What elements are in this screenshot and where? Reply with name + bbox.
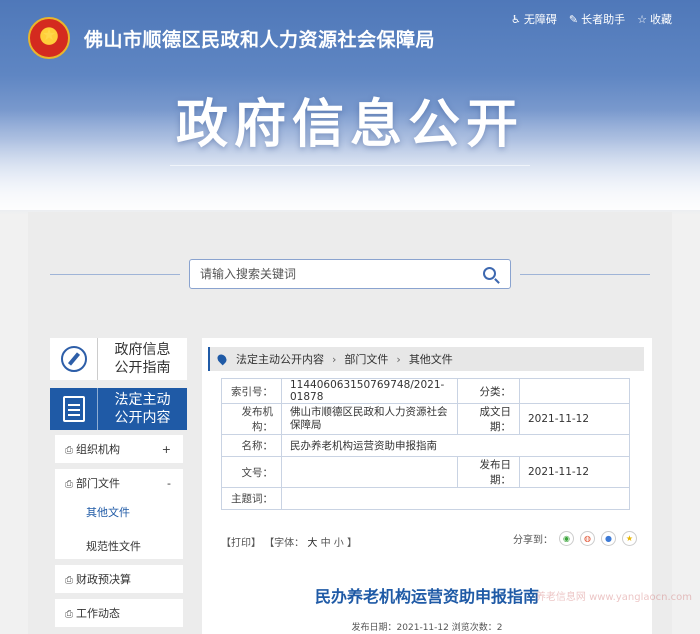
sidebar-item-dept-docs[interactable]: 部门文件 - <box>55 469 183 497</box>
meta-value <box>281 487 630 510</box>
document-meta-table: 索引号： 11440606315076974​8/2021-01878 分类： … <box>221 378 630 510</box>
toolbar: 【打印】 【字体： 大 中 小 】 <box>221 534 357 549</box>
document-meta-line: 发布日期：2021-11-12 浏览次数：2 <box>351 623 503 633</box>
chevron-right-icon: › <box>396 352 401 366</box>
sidebar-item-org[interactable]: 组织机构 + <box>55 435 183 463</box>
search-divider-right <box>520 274 650 275</box>
watermark: 养老信息网 www.yanglaocn.com <box>535 592 692 603</box>
title-underline <box>170 165 530 166</box>
meta-value <box>281 456 458 488</box>
national-emblem-icon <box>28 17 70 59</box>
elder-assist-icon: ✎ <box>568 13 579 26</box>
sidebar-mandatory-label: 法定主动公开内容 <box>114 392 171 426</box>
search-input[interactable] <box>190 260 460 288</box>
sidebar-guide-link[interactable]: 政府信息公开指南 <box>50 338 187 380</box>
meta-key: 主题词： <box>221 487 282 510</box>
compass-icon-wrap <box>50 338 98 380</box>
search-box <box>189 259 511 289</box>
favorite-link[interactable]: ☆ 收藏 <box>637 11 672 27</box>
meta-key: 分类： <box>457 378 520 404</box>
search-divider-left <box>50 274 180 275</box>
collapse-icon: - <box>167 476 171 490</box>
star-icon: ☆ <box>637 13 647 26</box>
sidebar-mandatory-link[interactable]: 法定主动公开内容 <box>50 388 187 430</box>
compass-icon <box>60 346 87 372</box>
qq-icon[interactable]: ● <box>601 531 616 546</box>
page-title: 政府信息公开 <box>175 95 524 155</box>
font-small-button[interactable]: 小 <box>334 538 344 549</box>
breadcrumb-item[interactable]: 部门文件 <box>344 351 388 367</box>
font-label: 【字体： <box>264 538 305 549</box>
meta-key: 文号： <box>221 456 282 488</box>
meta-key: 名称： <box>221 434 282 457</box>
chevron-right-icon: › <box>332 352 337 366</box>
meta-value: 佛山市顺德区民政和人力资源社会保障局 <box>281 403 458 435</box>
share-bar: 分享到： ◉ ◍ ● ★ <box>513 531 637 546</box>
accessibility-link[interactable]: ♿ 无障碍 <box>511 11 557 27</box>
meta-value: 民办养老机构运营资助申报指南 <box>281 434 630 457</box>
breadcrumb: 法定主动公开内容 › 部门文件 › 其他文件 <box>208 347 644 371</box>
top-links: ♿ 无障碍 ✎ 长者助手 ☆ 收藏 <box>511 11 672 27</box>
meta-key: 发布日期： <box>457 456 520 488</box>
meta-key: 发布机构： <box>221 403 282 435</box>
expand-icon: + <box>161 442 171 456</box>
elder-assist-link[interactable]: ✎ 长者助手 <box>569 11 625 27</box>
weibo-icon[interactable]: ◍ <box>580 531 595 546</box>
qzone-star-icon[interactable]: ★ <box>622 531 637 546</box>
sidebar-item-news[interactable]: 工作动态 <box>55 599 183 627</box>
meta-value: 2021-11-12 <box>519 403 630 435</box>
font-large-button[interactable]: 大 <box>307 538 317 549</box>
document-icon <box>62 396 85 422</box>
sidebar-item-budget[interactable]: 财政预决算 <box>55 565 183 593</box>
breadcrumb-item[interactable]: 其他文件 <box>409 351 453 367</box>
accessibility-icon: ♿ <box>511 13 521 26</box>
meta-key: 成文日期： <box>457 403 520 435</box>
sidebar-sub-normative-docs[interactable]: 规范性文件 <box>86 538 141 554</box>
document-icon-wrap <box>50 388 98 430</box>
meta-value <box>519 378 630 404</box>
location-pin-icon <box>215 352 229 366</box>
sidebar-sub-other-docs[interactable]: 其他文件 <box>86 504 130 520</box>
search-icon[interactable] <box>483 267 496 280</box>
font-close-bracket: 】 <box>346 538 357 549</box>
meta-value: 11440606315076974​8/2021-01878 <box>281 378 458 404</box>
share-label: 分享到： <box>513 535 553 546</box>
meta-key: 索引号： <box>221 378 282 404</box>
wechat-icon[interactable]: ◉ <box>559 531 574 546</box>
meta-value: 2021-11-12 <box>519 456 630 488</box>
breadcrumb-item[interactable]: 法定主动公开内容 <box>236 351 324 367</box>
department-name: 佛山市顺德区民政和人力资源社会保障局 <box>84 29 436 51</box>
font-medium-button[interactable]: 中 <box>321 538 331 549</box>
sidebar-guide-label: 政府信息公开指南 <box>114 342 171 376</box>
print-button[interactable]: 【打印】 <box>221 538 261 549</box>
